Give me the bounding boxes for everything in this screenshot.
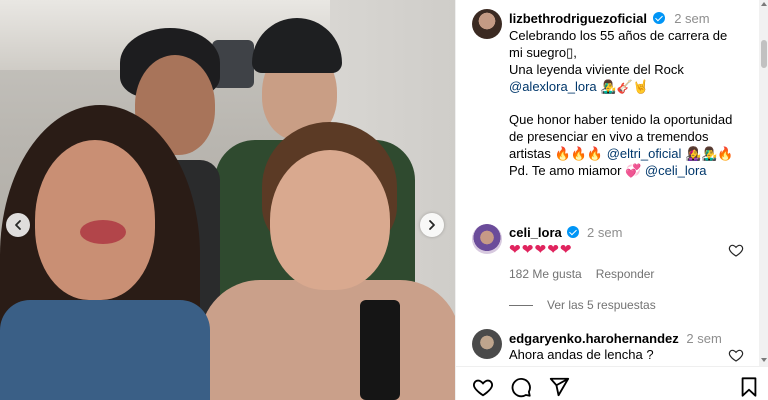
post-photo[interactable] — [0, 0, 455, 400]
comment-icon — [511, 378, 531, 398]
caption-line: Que honor haber tenido la oportunidad — [509, 112, 733, 127]
comments-panel: lizbethrodriguezoficial 2 sem Celebrando… — [455, 0, 768, 400]
comments-scrollbar[interactable] — [759, 0, 768, 366]
comments-list[interactable]: lizbethrodriguezoficial 2 sem Celebrando… — [456, 0, 761, 366]
chevron-left-icon — [15, 220, 21, 230]
post-caption: lizbethrodriguezoficial 2 sem Celebrando… — [509, 10, 754, 179]
photo-person-lips — [80, 220, 126, 244]
heart-icon — [728, 244, 744, 257]
caption-text: artistas — [509, 146, 551, 161]
comment-like-button[interactable] — [728, 242, 744, 258]
scroll-up-icon[interactable] — [761, 2, 767, 6]
photo-person-strap — [360, 300, 400, 400]
reply-button[interactable]: Responder — [596, 267, 655, 281]
caption-text: Pd. Te amo miamor — [509, 163, 622, 178]
save-button[interactable] — [738, 376, 760, 398]
comment-like-button[interactable] — [728, 347, 744, 363]
scrollbar-thumb[interactable] — [761, 40, 767, 68]
comment-header: edgaryenko.harohernandez 2 sem — [509, 331, 722, 346]
comment-meta: 182 Me gusta Responder — [509, 267, 654, 281]
commenter-username[interactable]: celi_lora — [509, 225, 562, 240]
commenter-avatar[interactable] — [472, 224, 502, 254]
heart-icon — [473, 379, 493, 397]
verified-badge-icon — [567, 226, 580, 238]
like-button[interactable] — [472, 376, 494, 398]
comment-button[interactable] — [510, 376, 532, 398]
view-replies-label: Ver las 5 respuestas — [547, 298, 656, 312]
verified-badge-icon — [652, 12, 665, 24]
heart-emoji: 💞 — [625, 163, 642, 178]
photo-person-body — [200, 280, 455, 400]
post-actions-bar — [456, 366, 768, 400]
comment-time[interactable]: 2 sem — [587, 225, 622, 240]
author-avatar[interactable] — [472, 9, 502, 39]
comment-header: celi_lora 2 sem — [509, 225, 622, 240]
comment-time[interactable]: 2 sem — [686, 331, 721, 346]
author-username[interactable]: lizbethrodriguezoficial — [509, 11, 647, 26]
post-time[interactable]: 2 sem — [674, 11, 709, 26]
mention-link[interactable]: @eltri_oficial — [607, 146, 682, 161]
mention-link[interactable]: @celi_lora — [645, 163, 707, 178]
caption-emojis: 👨‍🎤🎸🤘 — [600, 79, 649, 94]
bookmark-icon — [741, 377, 757, 397]
fire-emojis: 🔥🔥🔥 — [554, 146, 604, 161]
send-icon — [549, 377, 570, 397]
share-button[interactable] — [548, 376, 570, 398]
mention-link[interactable]: @alexlora_lora — [509, 79, 597, 94]
photo-person-face — [270, 150, 390, 290]
comment-text: Ahora andas de lencha ? — [509, 347, 654, 362]
caption-line: Celebrando los 55 años de carrera de — [509, 28, 728, 43]
caption-line: Una leyenda viviente del Rock — [509, 62, 684, 77]
next-photo-button[interactable] — [420, 213, 444, 237]
previous-photo-button[interactable] — [6, 213, 30, 237]
photo-person-body — [0, 300, 210, 400]
view-replies-button[interactable]: Ver las 5 respuestas — [509, 298, 656, 312]
caption-emojis: 👩‍🎤👨‍🎤🔥 — [684, 146, 734, 161]
caption-line: de presenciar en vivo a tremendos — [509, 129, 709, 144]
heart-icon — [728, 349, 744, 362]
replies-divider — [509, 305, 533, 307]
scroll-down-icon[interactable] — [761, 358, 767, 362]
commenter-username[interactable]: edgaryenko.harohernandez — [509, 331, 679, 346]
commenter-avatar[interactable] — [472, 329, 502, 359]
comment-likes[interactable]: 182 Me gusta — [509, 267, 582, 281]
caption-line: mi suegro▯, — [509, 45, 577, 60]
chevron-right-icon — [429, 220, 435, 230]
comment-text: ❤❤❤❤❤ — [509, 241, 573, 257]
